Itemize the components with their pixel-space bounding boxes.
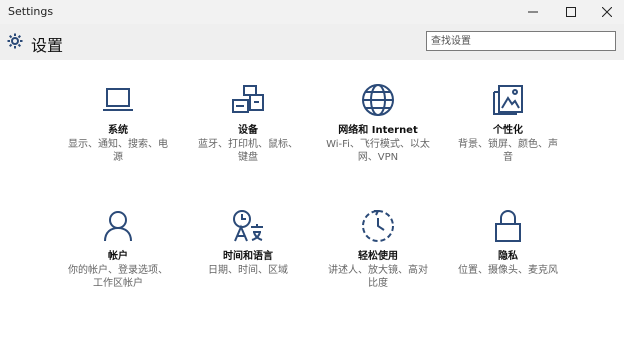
tile-label: 系统 [108,125,128,136]
tile-network[interactable]: 网络和 Internet Wi-Fi、飞行模式、以太网、VPN [318,82,438,164]
time-language-icon [230,208,266,244]
tile-system[interactable]: 系统 显示、通知、搜索、电源 [58,82,178,164]
page-title: 设置 [31,36,64,55]
minimize-button[interactable] [514,0,552,24]
lock-icon [490,208,526,244]
tile-description: 显示、通知、搜索、电源 [68,139,168,163]
tile-accounts[interactable]: 帐户 你的帐户、登录选项、工作区帐户 [58,208,178,290]
minimize-icon [528,11,538,13]
tile-description: 背景、锁屏、颜色、声音 [458,139,558,163]
tile-personalization[interactable]: 个性化 背景、锁屏、颜色、声音 [448,82,568,164]
tile-label: 轻松使用 [358,251,398,262]
tile-label: 设备 [238,125,258,136]
tile-ease-of-access[interactable]: 轻松使用 讲述人、放大镜、高对比度 [318,208,438,290]
gear-icon [7,33,23,49]
tile-label: 网络和 Internet [338,125,418,136]
search-input[interactable] [426,31,616,51]
maximize-button[interactable] [552,0,590,24]
tile-time-language[interactable]: 时间和语言 日期、时间、区域 [188,208,308,277]
tile-description: 位置、摄像头、麦克风 [458,265,558,276]
tile-description: Wi-Fi、飞行模式、以太网、VPN [326,139,430,163]
person-icon [100,208,136,244]
tile-label: 帐户 [108,251,128,262]
title-bar: Settings [0,0,624,25]
tile-label: 时间和语言 [223,251,273,262]
devices-icon [230,82,266,118]
laptop-icon [100,82,136,118]
tile-description: 日期、时间、区域 [208,265,288,276]
tile-description: 讲述人、放大镜、高对比度 [328,265,428,289]
tile-devices[interactable]: 设备 蓝牙、打印机、鼠标、键盘 [188,82,308,164]
tile-description: 你的帐户、登录选项、工作区帐户 [68,265,168,289]
tile-label: 个性化 [493,125,523,136]
globe-icon [360,82,396,118]
maximize-icon [566,7,576,17]
ease-of-access-icon [360,208,396,244]
window-title: Settings [8,5,54,18]
personalization-icon [490,82,526,118]
tile-label: 隐私 [498,251,518,262]
close-icon [602,7,612,17]
tile-privacy[interactable]: 隐私 位置、摄像头、麦克风 [448,208,568,277]
tile-description: 蓝牙、打印机、鼠标、键盘 [198,139,298,163]
close-button[interactable] [588,0,624,24]
